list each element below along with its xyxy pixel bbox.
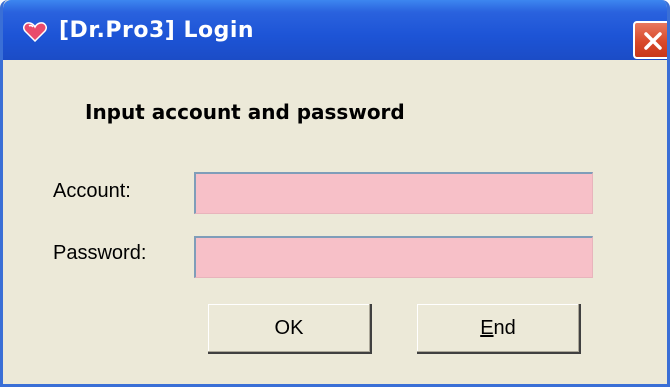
heart-app-icon	[23, 22, 47, 43]
window-title: [Dr.Pro3] Login	[59, 18, 255, 43]
dialog-heading: Input account and password	[85, 100, 405, 124]
ok-button-label: OK	[274, 316, 304, 339]
close-button[interactable]	[633, 21, 667, 59]
title-bar[interactable]: [Dr.Pro3] Login	[3, 0, 667, 60]
close-icon	[644, 32, 662, 50]
end-button-accelerator: E	[480, 316, 494, 339]
password-label: Password:	[53, 242, 147, 264]
ok-button[interactable]: OK	[208, 304, 372, 354]
account-label: Account:	[53, 180, 131, 202]
login-dialog-window: [Dr.Pro3] Login Input account and passwo…	[0, 0, 670, 387]
password-input[interactable]	[194, 236, 593, 278]
end-button-label: nd	[493, 316, 516, 339]
account-input[interactable]	[194, 172, 593, 214]
end-button[interactable]: End	[417, 304, 581, 354]
